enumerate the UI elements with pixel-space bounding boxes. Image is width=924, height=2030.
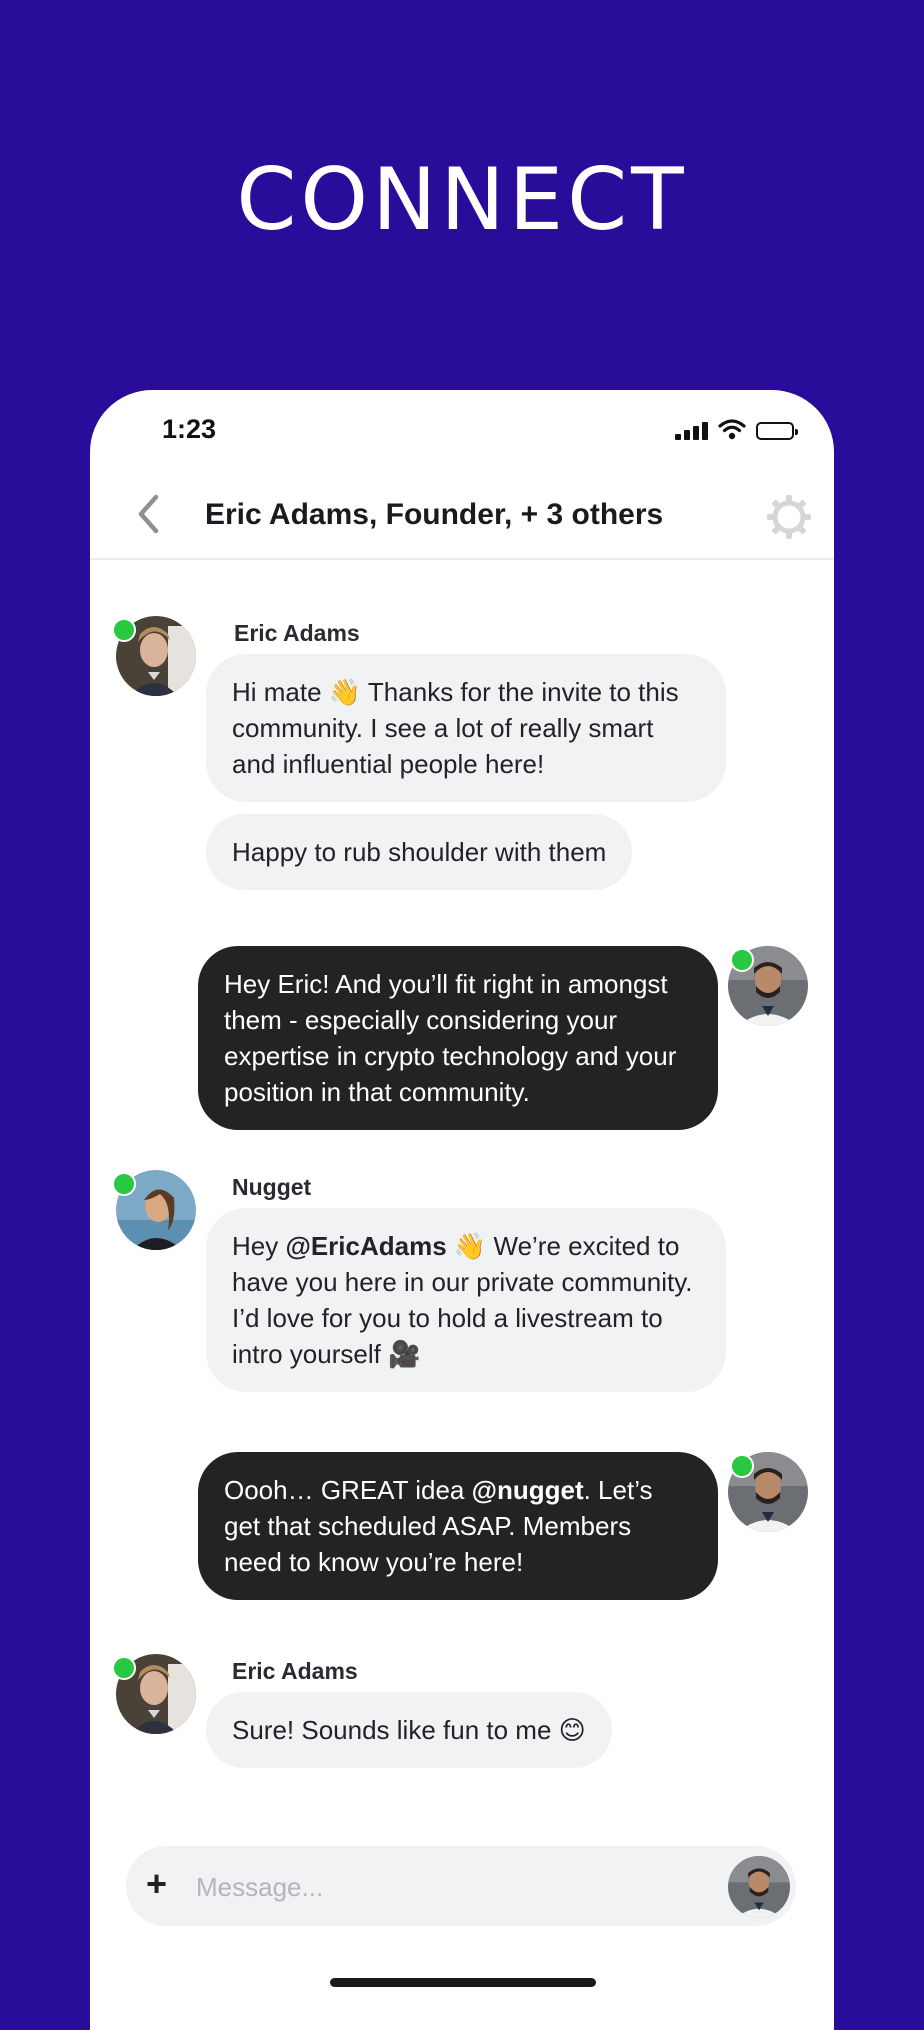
message-bubble-incoming[interactable]: Sure! Sounds like fun to me 😊	[206, 1692, 612, 1768]
message-bubble-outgoing[interactable]: Oooh… GREAT idea @nugget. Let’s get that…	[198, 1452, 718, 1600]
back-chevron-icon[interactable]	[136, 494, 160, 534]
sender-name: Eric Adams	[234, 620, 360, 646]
message-bubble-outgoing[interactable]: Hey Eric! And you’ll fit right in amongs…	[198, 946, 718, 1130]
chat-header: Eric Adams, Founder, + 3 others	[90, 470, 834, 560]
online-status-dot	[112, 618, 136, 642]
message-bubble-incoming[interactable]: Hey @EricAdams 👋 We’re excited to have y…	[206, 1208, 726, 1392]
online-status-dot	[730, 948, 754, 972]
wifi-icon	[718, 419, 746, 440]
status-icons	[675, 418, 798, 440]
mention-link[interactable]: @EricAdams	[285, 1231, 446, 1261]
online-status-dot	[730, 1454, 754, 1478]
message-input[interactable]	[194, 1866, 698, 1908]
battery-icon	[756, 422, 798, 440]
composer-avatar[interactable]	[728, 1856, 790, 1918]
message-composer: +	[126, 1846, 796, 1926]
mention-link[interactable]: @nugget	[472, 1475, 584, 1505]
sender-name: Eric Adams	[232, 1658, 358, 1684]
online-status-dot	[112, 1172, 136, 1196]
phone-frame: 1:23 Eric Adams, Founder, + 3 others Eri…	[90, 390, 834, 2030]
home-indicator[interactable]	[330, 1978, 596, 1987]
add-attachment-icon[interactable]: +	[146, 1864, 167, 1904]
status-bar: 1:23	[90, 390, 834, 470]
cellular-signal-icon	[675, 420, 708, 440]
hero-title: CONNECT	[236, 150, 688, 250]
sender-name: Nugget	[232, 1174, 312, 1200]
message-bubble-incoming[interactable]: Hi mate 👋 Thanks for the invite to this …	[206, 654, 726, 802]
status-time: 1:23	[162, 414, 217, 444]
chat-title[interactable]: Eric Adams, Founder, + 3 others	[205, 498, 663, 532]
online-status-dot	[112, 1656, 136, 1680]
settings-gear-icon[interactable]	[766, 494, 812, 540]
message-text: Hey	[232, 1231, 286, 1261]
message-text: Oooh… GREAT idea	[224, 1475, 472, 1505]
message-bubble-incoming[interactable]: Happy to rub shoulder with them	[206, 814, 633, 890]
